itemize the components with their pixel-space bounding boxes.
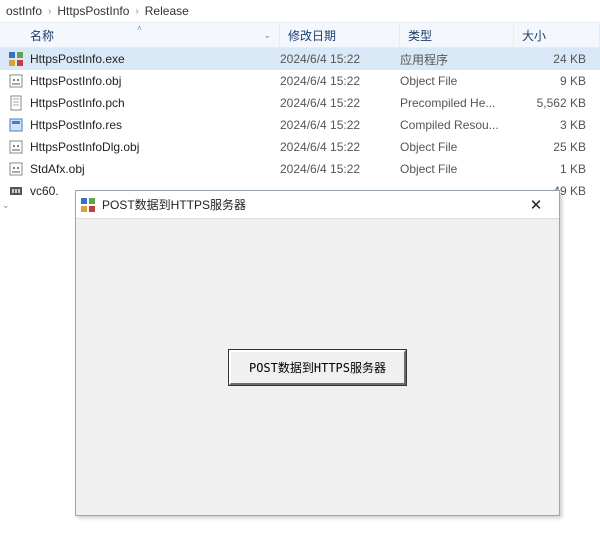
dialog-post-https: POST数据到HTTPS服务器 ✕ POST数据到HTTPS服务器 bbox=[75, 190, 560, 516]
post-button[interactable]: POST数据到HTTPS服务器 bbox=[229, 350, 406, 385]
column-size[interactable]: 大小 bbox=[514, 23, 600, 47]
dialog-titlebar[interactable]: POST数据到HTTPS服务器 ✕ bbox=[76, 191, 559, 219]
tree-rail: ⌄ bbox=[0, 46, 14, 222]
file-size: 3 KB bbox=[514, 118, 600, 132]
file-size: 25 KB bbox=[514, 140, 600, 154]
breadcrumb-item[interactable]: ostInfo bbox=[6, 4, 42, 18]
file-list: HttpsPostInfo.exe2024/6/4 15:22应用程序24 KB… bbox=[0, 48, 600, 202]
file-date: 2024/6/4 15:22 bbox=[280, 74, 400, 88]
file-name: HttpsPostInfoDlg.obj bbox=[26, 140, 280, 154]
file-type: Object File bbox=[400, 162, 514, 176]
table-row[interactable]: StdAfx.obj2024/6/4 15:22Object File1 KB bbox=[0, 158, 600, 180]
breadcrumb-item[interactable]: HttpsPostInfo bbox=[57, 4, 129, 18]
file-name: HttpsPostInfo.exe bbox=[26, 52, 280, 66]
breadcrumb: ostInfo › HttpsPostInfo › Release bbox=[0, 0, 600, 22]
column-header-row: ˄ 名称 ⌄ 修改日期 类型 大小 bbox=[0, 22, 600, 48]
column-type[interactable]: 类型 bbox=[400, 23, 514, 47]
table-row[interactable]: HttpsPostInfo.pch2024/6/4 15:22Precompil… bbox=[0, 92, 600, 114]
sort-asc-icon: ˄ bbox=[137, 24, 142, 33]
column-name-label: 名称 bbox=[30, 27, 54, 44]
file-name: HttpsPostInfo.pch bbox=[26, 96, 280, 110]
file-size: 9 KB bbox=[514, 74, 600, 88]
dialog-title: POST数据到HTTPS服务器 bbox=[102, 196, 517, 213]
dialog-body: POST数据到HTTPS服务器 bbox=[76, 219, 559, 515]
file-date: 2024/6/4 15:22 bbox=[280, 52, 400, 66]
table-row[interactable]: HttpsPostInfo.res2024/6/4 15:22Compiled … bbox=[0, 114, 600, 136]
file-name: HttpsPostInfo.res bbox=[26, 118, 280, 132]
file-size: 24 KB bbox=[514, 52, 600, 66]
file-size: 5,562 KB bbox=[514, 96, 600, 110]
file-type: 应用程序 bbox=[400, 51, 514, 68]
file-date: 2024/6/4 15:22 bbox=[280, 162, 400, 176]
table-row[interactable]: HttpsPostInfoDlg.obj2024/6/4 15:22Object… bbox=[0, 136, 600, 158]
file-date: 2024/6/4 15:22 bbox=[280, 118, 400, 132]
chevron-right-icon: › bbox=[135, 6, 138, 17]
file-type: Object File bbox=[400, 74, 514, 88]
close-icon: ✕ bbox=[530, 196, 543, 214]
file-date: 2024/6/4 15:22 bbox=[280, 140, 400, 154]
chevron-down-icon[interactable]: ⌄ bbox=[2, 200, 14, 211]
file-type: Precompiled He... bbox=[400, 96, 514, 110]
file-type: Compiled Resou... bbox=[400, 118, 514, 132]
chevron-right-icon: › bbox=[48, 6, 51, 17]
file-type: Object File bbox=[400, 140, 514, 154]
column-name[interactable]: ˄ 名称 ⌄ bbox=[0, 23, 280, 47]
close-button[interactable]: ✕ bbox=[517, 193, 555, 217]
app-icon bbox=[80, 197, 96, 213]
file-name: StdAfx.obj bbox=[26, 162, 280, 176]
table-row[interactable]: HttpsPostInfo.obj2024/6/4 15:22Object Fi… bbox=[0, 70, 600, 92]
column-modified-label: 修改日期 bbox=[288, 27, 336, 44]
column-modified[interactable]: 修改日期 bbox=[280, 23, 400, 47]
file-date: 2024/6/4 15:22 bbox=[280, 96, 400, 110]
file-size: 1 KB bbox=[514, 162, 600, 176]
table-row[interactable]: HttpsPostInfo.exe2024/6/4 15:22应用程序24 KB bbox=[0, 48, 600, 70]
chevron-down-icon: ⌄ bbox=[263, 30, 271, 41]
column-size-label: 大小 bbox=[522, 27, 546, 44]
breadcrumb-item[interactable]: Release bbox=[145, 4, 189, 18]
file-name: HttpsPostInfo.obj bbox=[26, 74, 280, 88]
column-type-label: 类型 bbox=[408, 27, 432, 44]
